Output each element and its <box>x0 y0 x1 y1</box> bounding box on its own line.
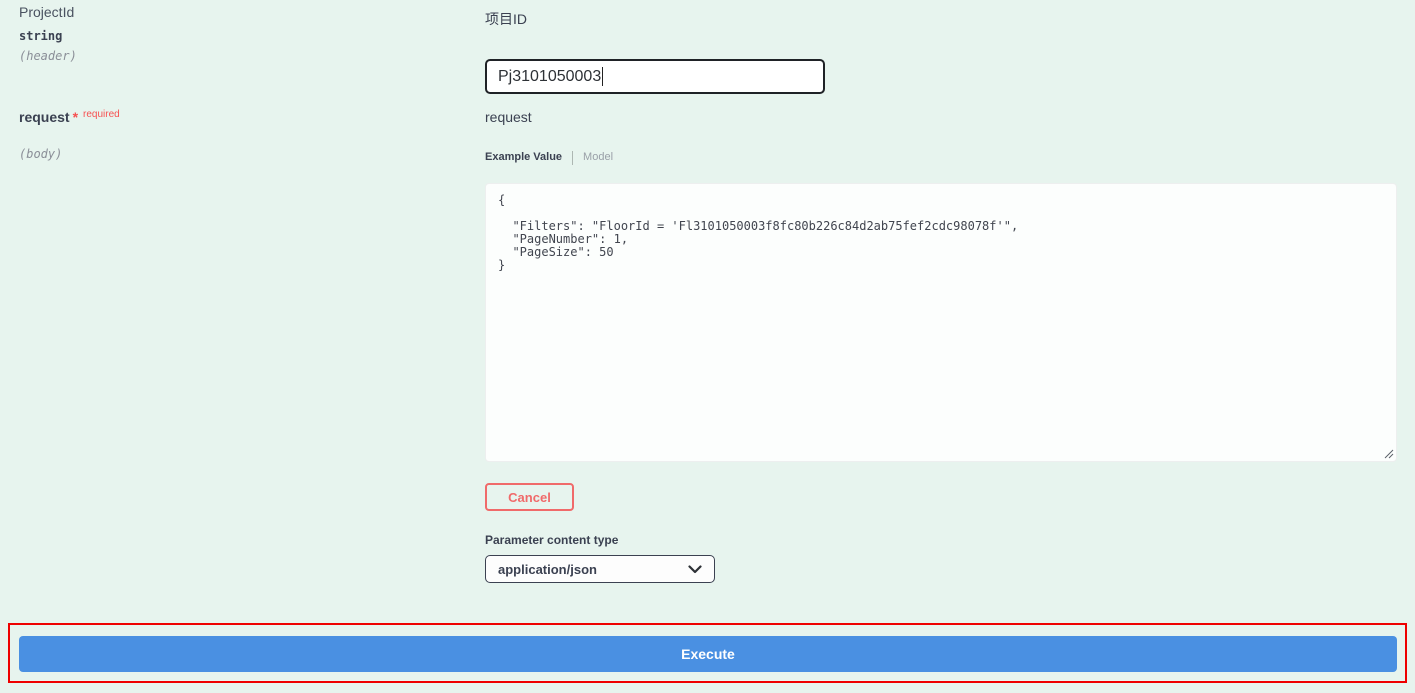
param-projectid-meta: ProjectId string (header) <box>0 0 485 94</box>
annotation-highlight: Execute <box>8 623 1407 683</box>
param-request-value: request Example Value Model { "Filters":… <box>485 109 1415 583</box>
request-body-textarea[interactable]: { "Filters": "FloorId = 'Fl3101050003f8f… <box>485 183 1397 462</box>
resize-handle-icon[interactable] <box>1384 449 1394 459</box>
param-location: (body) <box>19 147 485 161</box>
tab-divider <box>572 151 573 165</box>
param-name: ProjectId <box>19 4 485 20</box>
execute-button[interactable]: Execute <box>19 636 1397 672</box>
param-type: string <box>19 29 485 43</box>
param-request-meta: request*required (body) <box>0 109 485 583</box>
model-example-tabs: Example Value Model <box>485 151 1397 164</box>
param-description: 项目ID <box>485 11 1397 27</box>
parameter-row-projectid: ProjectId string (header) 项目ID Pj3101050… <box>0 0 1415 94</box>
projectid-input[interactable]: Pj3101050003 <box>485 59 825 94</box>
param-name: request*required <box>19 109 485 128</box>
chevron-down-icon <box>688 565 702 574</box>
param-location: (header) <box>19 49 485 63</box>
required-label: required <box>83 109 120 120</box>
cancel-button[interactable]: Cancel <box>485 483 574 511</box>
content-type-selected: application/json <box>498 562 597 577</box>
required-asterisk: * <box>73 109 78 125</box>
tab-example-value[interactable]: Example Value <box>485 151 562 164</box>
param-description: request <box>485 109 1397 125</box>
request-body-editor: { "Filters": "FloorId = 'Fl3101050003f8f… <box>485 183 1397 462</box>
content-type-select[interactable]: application/json <box>485 555 715 583</box>
parameter-row-request: request * required (body) request Example … <box>0 109 1415 583</box>
param-projectid-value: 项目ID Pj3101050003 <box>485 0 1415 94</box>
text-cursor <box>602 67 603 86</box>
projectid-input-value: Pj3101050003 <box>498 68 601 86</box>
tab-model[interactable]: Model <box>583 151 613 164</box>
parameter-content-type-label: Parameter content type <box>485 534 1397 546</box>
